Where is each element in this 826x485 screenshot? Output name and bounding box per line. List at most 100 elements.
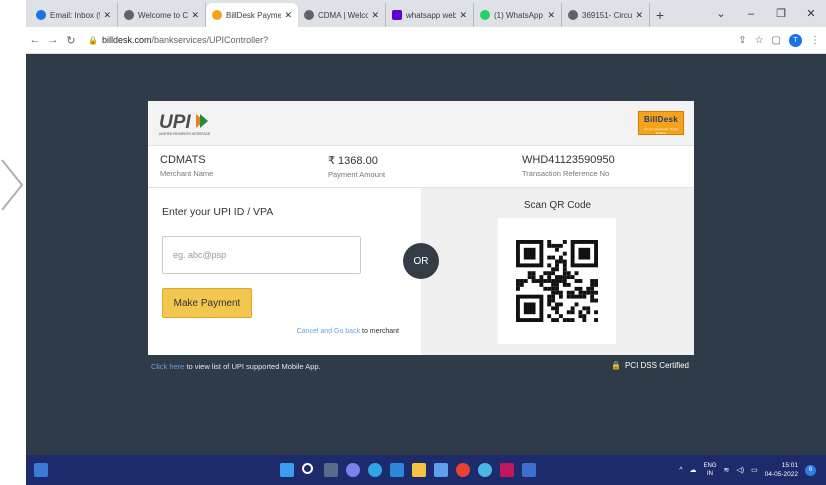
card-header: UPI UNIFIED PAYMENTS INTERFACE BillDesk …: [148, 101, 694, 146]
tab-billdesk[interactable]: BillDesk Payment... ✕: [206, 3, 298, 27]
globe-icon: [568, 10, 578, 20]
payment-amount-label: Payment Amount: [328, 170, 386, 179]
minimize-icon[interactable]: –: [736, 8, 766, 20]
forward-icon[interactable]: →: [44, 34, 62, 46]
tab-email[interactable]: Email: Inbox (50... ✕: [30, 3, 118, 27]
volume-icon[interactable]: ◁): [736, 466, 744, 474]
tab-cdma[interactable]: CDMA | Welcom... ✕: [298, 3, 386, 27]
close-icon[interactable]: ✕: [547, 10, 555, 21]
billdesk-logo-text: BillDesk: [644, 115, 678, 124]
qr-code-image: [516, 240, 598, 322]
close-icon[interactable]: ✕: [635, 10, 643, 21]
whatsapp-icon: [480, 10, 490, 20]
edge-icon[interactable]: [368, 463, 382, 477]
tab-label: CDMA | Welcom...: [318, 10, 368, 20]
clock[interactable]: 15:01 04-05-2022: [765, 461, 798, 479]
search-icon[interactable]: [302, 463, 313, 474]
profile-avatar[interactable]: T: [789, 34, 802, 47]
language-indicator[interactable]: ENG IN: [704, 462, 717, 478]
transaction-info: CDMATS Merchant Name ₹ 1368.00 Payment A…: [148, 146, 694, 188]
menu-icon[interactable]: ⋮: [810, 35, 820, 46]
globe-icon: [304, 10, 314, 20]
cancel-text: to merchant: [360, 328, 399, 335]
battery-icon[interactable]: ▭: [751, 466, 758, 474]
tab-search-icon[interactable]: ⌄: [706, 7, 736, 20]
address-bar: ← → ↻ 🔒 billdesk.com/bankservices/UPICon…: [26, 27, 826, 54]
txn-info: WHD41123590950 Transaction Reference No: [522, 154, 615, 178]
tab-label: Welcome to CDM...: [138, 10, 189, 20]
calculator-icon[interactable]: [522, 463, 536, 477]
tab-label: 369151- Circular...: [582, 10, 633, 20]
new-tab-button[interactable]: +: [650, 3, 670, 27]
padlock-icon: 🔒: [611, 361, 621, 370]
notification-badge[interactable]: 6: [805, 464, 816, 476]
payment-amount-value: ₹ 1368.00: [328, 155, 378, 167]
clock-date: 04-05-2022: [764, 471, 798, 478]
toolbar-actions: ⇪ ☆ ▢ T ⋮: [738, 27, 820, 54]
url-field[interactable]: billdesk.com/bankservices/UPIController?: [102, 35, 268, 45]
wifi-icon[interactable]: ≋: [724, 466, 730, 474]
widgets-icon[interactable]: [34, 463, 48, 477]
yahoo-icon: [392, 10, 402, 20]
merchant-name-value: CDMATS: [160, 154, 206, 166]
close-icon[interactable]: ✕: [191, 10, 199, 21]
cancel-link[interactable]: Cancel and Go back: [297, 328, 360, 335]
qr-code: [498, 218, 616, 344]
email-icon: [36, 10, 46, 20]
chevron-right-icon: [1, 159, 24, 211]
start-icon[interactable]: [280, 463, 294, 477]
clock-time: 15:01: [781, 462, 798, 469]
vpa-pane: Enter your UPI ID / VPA Make Payment Can…: [148, 188, 421, 355]
bookmark-star-icon[interactable]: ☆: [755, 35, 764, 46]
tab-label: whatsapp web ...: [406, 10, 457, 20]
reload-icon[interactable]: ↻: [62, 34, 80, 47]
tab-welcome-cdm[interactable]: Welcome to CDM... ✕: [118, 3, 206, 27]
chevron-up-icon[interactable]: ^: [679, 467, 682, 474]
tab-whatsapp-web-search[interactable]: whatsapp web ... ✕: [386, 3, 474, 27]
maps-icon[interactable]: [478, 463, 492, 477]
vpa-input[interactable]: [162, 236, 361, 274]
share-icon[interactable]: ⇪: [738, 35, 746, 46]
task-view-icon[interactable]: [324, 463, 338, 477]
window-controls: ⌄ – ❐ ✕: [706, 0, 826, 27]
side-panel-icon[interactable]: ▢: [772, 35, 781, 46]
close-icon[interactable]: ✕: [103, 10, 111, 21]
make-payment-button[interactable]: Make Payment: [162, 288, 252, 318]
file-explorer-icon[interactable]: [412, 463, 426, 477]
amount-info: ₹ 1368.00 Payment Amount: [328, 154, 385, 179]
language-bottom: IN: [707, 471, 714, 477]
onedrive-icon[interactable]: ☁: [690, 466, 697, 474]
close-icon[interactable]: ✕: [371, 10, 379, 21]
scan-qr-label: Scan QR Code: [523, 200, 592, 211]
tab-label: Email: Inbox (50...: [50, 10, 100, 20]
close-icon[interactable]: ✕: [459, 10, 467, 21]
upi-tagline: UNIFIED PAYMENTS INTERFACE: [159, 132, 211, 136]
chat-icon[interactable]: [346, 463, 360, 477]
tab-whatsapp[interactable]: (1) WhatsApp ✕: [474, 3, 562, 27]
qr-pane: Scan QR Code: [421, 188, 694, 355]
store-icon[interactable]: [434, 463, 448, 477]
close-icon[interactable]: ✕: [284, 10, 292, 21]
close-window-icon[interactable]: ✕: [796, 7, 826, 20]
back-icon[interactable]: ←: [26, 34, 44, 46]
app-icon[interactable]: [500, 463, 514, 477]
upi-apps-note: Click here to view list of UPI supported…: [151, 362, 321, 371]
tab-circular[interactable]: 369151- Circular... ✕: [562, 3, 650, 27]
system-tray: ^ ☁ ENG IN ≋ ◁) ▭ 15:01 04-05-2022 6: [679, 455, 816, 485]
tab-label: BillDesk Payment...: [226, 10, 282, 20]
payment-card: UPI UNIFIED PAYMENTS INTERFACE BillDesk …: [148, 101, 694, 355]
url-path: /bankservices/UPIController?: [151, 35, 269, 45]
mail-icon[interactable]: [390, 463, 404, 477]
chrome-icon[interactable]: [456, 463, 470, 477]
merchant-name-label: Merchant Name: [160, 169, 214, 178]
pci-text: PCI DSS Certified: [624, 361, 689, 370]
pci-badge: 🔒 PCI DSS Certified: [611, 361, 689, 370]
or-divider: OR: [403, 243, 439, 279]
billdesk-logo: BillDesk All your payments. Single locat…: [638, 111, 684, 135]
upi-logo-text: UPI: [159, 112, 191, 133]
billdesk-icon: [212, 10, 222, 20]
lock-icon[interactable]: 🔒: [86, 36, 100, 45]
screen: Email: Inbox (50... ✕ Welcome to CDM... …: [26, 0, 826, 485]
restore-icon[interactable]: ❐: [766, 7, 796, 20]
click-here-link[interactable]: Click here: [151, 362, 184, 371]
